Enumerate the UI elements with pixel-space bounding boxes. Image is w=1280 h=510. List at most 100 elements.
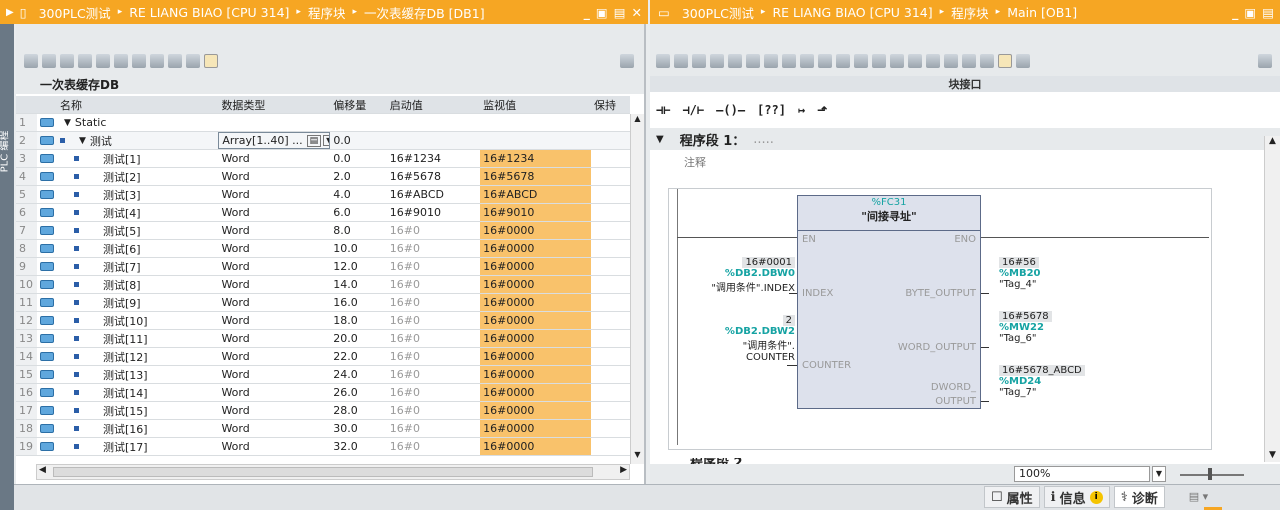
row-name-cell[interactable]: 测试[5] bbox=[57, 222, 218, 239]
row-retain[interactable] bbox=[591, 438, 630, 455]
row-retain[interactable] bbox=[591, 330, 630, 347]
call-icon[interactable] bbox=[854, 54, 868, 68]
zoom-slider-thumb[interactable] bbox=[1208, 468, 1212, 480]
row-retain[interactable] bbox=[591, 348, 630, 365]
row-retain[interactable] bbox=[591, 276, 630, 293]
breadcrumb-program-blocks[interactable]: 程序块 bbox=[951, 3, 989, 22]
row-name-cell[interactable]: 测试[7] bbox=[57, 258, 218, 275]
indent-icon[interactable] bbox=[944, 54, 958, 68]
left-horizontal-scrollbar[interactable]: ◀ ▶ bbox=[36, 464, 630, 480]
column-header-name[interactable]: 名称 bbox=[57, 96, 218, 113]
snapshot-icon[interactable] bbox=[78, 54, 92, 68]
row-name-cell[interactable]: 测试[3] bbox=[57, 186, 218, 203]
table-row[interactable]: 9 测试[7] Word 12.0 16#0 16#0000 bbox=[16, 258, 630, 276]
row-retain[interactable] bbox=[591, 366, 630, 383]
scroll-thumb[interactable] bbox=[53, 467, 593, 477]
expand-icon[interactable] bbox=[836, 54, 850, 68]
glasses-icon[interactable] bbox=[998, 54, 1012, 68]
breadcrumb-db[interactable]: 一次表缓存DB [DB1] bbox=[364, 3, 485, 22]
row-start-value[interactable]: 16#0 bbox=[387, 312, 480, 329]
insert-row-icon[interactable] bbox=[692, 54, 706, 68]
row-name-cell[interactable]: 测试[11] bbox=[57, 330, 218, 347]
block-interface-bar[interactable]: 块接口 bbox=[650, 76, 1280, 92]
breadcrumb-project[interactable]: 300PLC测试 bbox=[39, 3, 111, 22]
row-type[interactable]: Word bbox=[218, 384, 330, 401]
panel-options-icon[interactable]: ▤ ▾ bbox=[1189, 486, 1208, 508]
row-start-value[interactable]: 16#0 bbox=[387, 294, 480, 311]
restore-icon[interactable]: ▣ bbox=[596, 5, 608, 20]
row-name-cell[interactable]: 测试[9] bbox=[57, 294, 218, 311]
row-offset[interactable]: 12.0 bbox=[330, 258, 386, 275]
network-comment[interactable]: 注释 bbox=[650, 150, 1280, 170]
row-type[interactable]: Word bbox=[218, 240, 330, 257]
close-icon[interactable]: ✕ bbox=[632, 5, 642, 20]
row-offset[interactable]: 22.0 bbox=[330, 348, 386, 365]
row-offset[interactable]: 16.0 bbox=[330, 294, 386, 311]
network-icon[interactable] bbox=[656, 54, 670, 68]
outdent-icon[interactable] bbox=[962, 54, 976, 68]
column-header-type[interactable]: 数据类型 bbox=[218, 96, 330, 113]
row-start-value[interactable]: 16#0 bbox=[387, 402, 480, 419]
row-type[interactable]: Word bbox=[218, 366, 330, 383]
collapse-arrow-icon[interactable]: ▼ bbox=[656, 134, 664, 145]
row-offset[interactable]: 28.0 bbox=[330, 402, 386, 419]
table-row[interactable]: 18 测试[16] Word 30.0 16#0 16#0000 bbox=[16, 420, 630, 438]
array-edit-icon[interactable]: ▤ bbox=[306, 134, 322, 147]
row-offset[interactable]: 0.0 bbox=[330, 132, 386, 149]
list2-icon[interactable] bbox=[764, 54, 778, 68]
row-name-cell[interactable]: ▼ 测试 bbox=[57, 132, 218, 149]
row-name-cell[interactable]: 测试[17] bbox=[57, 438, 218, 455]
row-retain[interactable] bbox=[591, 240, 630, 257]
tab-properties[interactable]: ☐ 属性 bbox=[984, 486, 1040, 508]
table-row[interactable]: 14 测试[12] Word 22.0 16#0 16#0000 bbox=[16, 348, 630, 366]
scroll-up-icon[interactable]: ▲ bbox=[631, 114, 644, 128]
row-start-value[interactable]: 16#0 bbox=[387, 330, 480, 347]
row-name-cell[interactable]: 测试[16] bbox=[57, 420, 218, 437]
nc-contact-icon[interactable]: ⊣/⊢ bbox=[682, 103, 704, 117]
output-word-operand[interactable]: 16#5678 %MW22 "Tag_6" bbox=[999, 311, 1052, 344]
row-start-value[interactable]: 16#0 bbox=[387, 348, 480, 365]
row-retain[interactable] bbox=[591, 384, 630, 401]
columns-icon[interactable] bbox=[186, 54, 200, 68]
row-offset[interactable]: 4.0 bbox=[330, 186, 386, 203]
row-type[interactable]: Word bbox=[218, 420, 330, 437]
load-icon[interactable] bbox=[114, 54, 128, 68]
minimize-icon[interactable]: _ bbox=[1232, 5, 1238, 20]
row-name-cell[interactable]: 测试[6] bbox=[57, 240, 218, 257]
row-start-value[interactable]: 16#0 bbox=[387, 438, 480, 455]
comment-icon[interactable] bbox=[800, 54, 814, 68]
column-header-retain[interactable]: 保持 bbox=[591, 96, 630, 113]
scroll-down-icon[interactable]: ▼ bbox=[631, 450, 644, 464]
row-offset[interactable]: 24.0 bbox=[330, 366, 386, 383]
goto-icon[interactable] bbox=[908, 54, 922, 68]
monitor-icon[interactable] bbox=[60, 54, 74, 68]
table-row[interactable]: 1 ▼ Static bbox=[16, 114, 630, 132]
branch-open-icon[interactable]: ↦ bbox=[798, 103, 805, 117]
row-type[interactable] bbox=[218, 114, 330, 131]
row-type[interactable]: Word bbox=[218, 294, 330, 311]
row-offset[interactable]: 10.0 bbox=[330, 240, 386, 257]
collapse-arrow-icon[interactable]: ▼ bbox=[79, 136, 86, 146]
row-retain[interactable] bbox=[591, 312, 630, 329]
list3-icon[interactable] bbox=[782, 54, 796, 68]
restore-icon[interactable]: ▣ bbox=[1244, 5, 1256, 20]
table-row[interactable]: 16 测试[14] Word 26.0 16#0 16#0000 bbox=[16, 384, 630, 402]
list-icon[interactable] bbox=[168, 54, 182, 68]
scroll-right-icon[interactable]: ▶ bbox=[620, 465, 627, 475]
row-retain[interactable] bbox=[591, 150, 630, 167]
input-index-operand[interactable]: 16#0001 %DB2.DBW0 "调用条件".INDEX bbox=[685, 257, 795, 294]
row-type[interactable]: Word bbox=[218, 312, 330, 329]
row-name-cell[interactable]: 测试[13] bbox=[57, 366, 218, 383]
row-offset[interactable]: 0.0 bbox=[330, 150, 386, 167]
table-row[interactable]: 13 测试[11] Word 20.0 16#0 16#0000 bbox=[16, 330, 630, 348]
row-name-cell[interactable]: 测试[12] bbox=[57, 348, 218, 365]
scroll-up-icon[interactable]: ▲ bbox=[1265, 136, 1280, 146]
dropdown-arrow-icon[interactable]: ▼ bbox=[323, 135, 330, 146]
columns-icon[interactable] bbox=[1016, 54, 1030, 68]
table-row[interactable]: 6 测试[4] Word 6.0 16#9010 16#9010 bbox=[16, 204, 630, 222]
add-row-icon[interactable] bbox=[710, 54, 724, 68]
input-counter-operand[interactable]: 2 %DB2.DBW2 "调用条件". COUNTER bbox=[685, 315, 795, 363]
row-start-value[interactable]: 16#0 bbox=[387, 420, 480, 437]
collapse-arrow-icon[interactable]: ▼ bbox=[64, 118, 71, 128]
table-row[interactable]: 12 测试[10] Word 18.0 16#0 16#0000 bbox=[16, 312, 630, 330]
